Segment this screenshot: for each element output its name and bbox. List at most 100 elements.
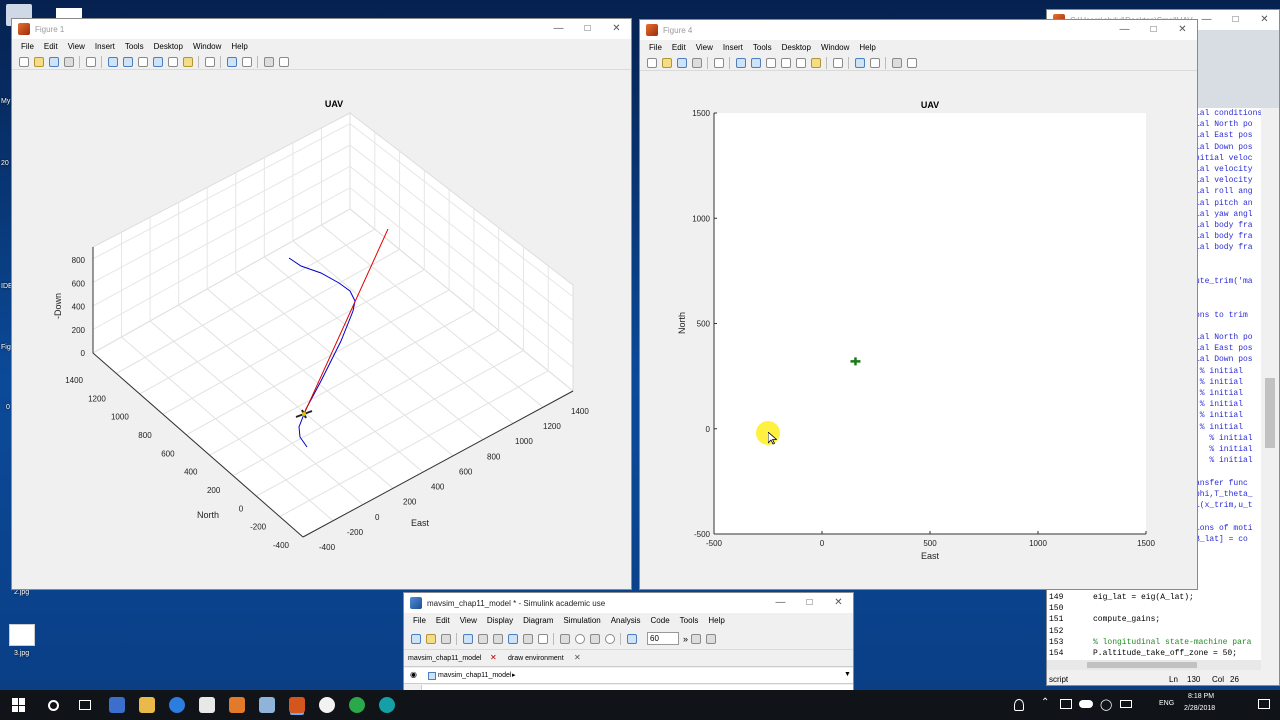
menu-view[interactable]: View bbox=[460, 616, 477, 625]
step-back-icon[interactable] bbox=[559, 633, 570, 644]
desktop-icon-label-3jpg[interactable]: 3.jpg bbox=[14, 650, 29, 657]
back-arrow-icon[interactable] bbox=[462, 633, 473, 644]
new-figure-icon[interactable] bbox=[18, 56, 29, 67]
figure4-titlebar[interactable]: Figure 4 — □ ✕ bbox=[640, 20, 1197, 40]
outlook-icon[interactable] bbox=[109, 697, 125, 713]
windows-start-icon[interactable] bbox=[12, 698, 26, 712]
save-model-icon[interactable] bbox=[440, 633, 451, 644]
open-file-icon[interactable] bbox=[661, 57, 672, 68]
task-view-icon[interactable] bbox=[79, 700, 91, 710]
menu-diagram[interactable]: Diagram bbox=[523, 616, 553, 625]
pan-icon[interactable] bbox=[137, 56, 148, 67]
show-plot-tools-icon[interactable] bbox=[278, 56, 289, 67]
menu-insert[interactable]: Insert bbox=[723, 43, 743, 52]
zoom-in-icon[interactable] bbox=[107, 56, 118, 67]
library-browser-icon[interactable] bbox=[507, 633, 518, 644]
breadcrumb-dropdown-icon[interactable]: ▼ bbox=[844, 671, 851, 678]
clock-time[interactable]: 8:18 PM bbox=[1188, 693, 1214, 700]
clock-date[interactable]: 2/28/2018 bbox=[1184, 705, 1215, 712]
menu-desktop[interactable]: Desktop bbox=[154, 42, 183, 51]
save-icon[interactable] bbox=[48, 56, 59, 67]
close-icon[interactable]: ✕ bbox=[602, 19, 631, 39]
minimize-icon[interactable]: — bbox=[766, 593, 795, 613]
zoom-in-icon[interactable] bbox=[735, 57, 746, 68]
close-icon[interactable]: ✕ bbox=[1250, 10, 1279, 30]
minimize-icon[interactable]: — bbox=[544, 19, 573, 39]
menu-analysis[interactable]: Analysis bbox=[611, 616, 641, 625]
people-icon[interactable] bbox=[1014, 699, 1024, 711]
stop-time-input[interactable]: 60 bbox=[647, 632, 679, 645]
menu-tools[interactable]: Tools bbox=[125, 42, 144, 51]
model-explorer-icon[interactable] bbox=[537, 633, 548, 644]
editor-vscrollbar[interactable] bbox=[1261, 108, 1279, 668]
zoom-out-icon[interactable] bbox=[750, 57, 761, 68]
pause-icon[interactable] bbox=[574, 633, 585, 644]
menu-window[interactable]: Window bbox=[821, 43, 849, 52]
menu-edit[interactable]: Edit bbox=[44, 42, 58, 51]
figure4-axes-2d[interactable]: -500 0 500 1000 1500 -500 0 500 1000 1500 UAV East N… bbox=[640, 72, 1197, 589]
more-arrow-icon[interactable]: » bbox=[683, 634, 688, 644]
desktop-icon-3jpg[interactable] bbox=[9, 624, 35, 646]
scroll-thumb[interactable] bbox=[1265, 378, 1275, 448]
link-plot-icon[interactable] bbox=[832, 57, 843, 68]
notifications-icon[interactable] bbox=[1258, 699, 1270, 709]
menu-window[interactable]: Window bbox=[193, 42, 221, 51]
menu-code[interactable]: Code bbox=[651, 616, 670, 625]
menu-view[interactable]: View bbox=[696, 43, 713, 52]
figure1-axes-3d[interactable]: -400 -200 0 200 400 600 800 1000 1200 1400 -400 -20… bbox=[12, 71, 631, 589]
model-settings-icon[interactable] bbox=[522, 633, 533, 644]
link-plot-icon[interactable] bbox=[204, 56, 215, 67]
open-model-icon[interactable] bbox=[425, 633, 436, 644]
hide-plot-tools-icon[interactable] bbox=[263, 56, 274, 67]
file-explorer-icon[interactable] bbox=[139, 697, 155, 713]
show-plot-tools-icon[interactable] bbox=[906, 57, 917, 68]
forward-arrow-icon[interactable] bbox=[477, 633, 488, 644]
menu-display[interactable]: Display bbox=[487, 616, 513, 625]
menu-edit[interactable]: Edit bbox=[436, 616, 450, 625]
cloud-icon[interactable] bbox=[1079, 700, 1093, 708]
hide-browser-icon[interactable]: ◉ bbox=[410, 670, 417, 679]
maximize-icon[interactable]: □ bbox=[573, 19, 602, 39]
edge-browser-icon[interactable] bbox=[169, 697, 185, 713]
up-arrow-icon[interactable] bbox=[492, 633, 503, 644]
grid-icon[interactable] bbox=[705, 633, 716, 644]
breadcrumb[interactable]: mavsim_chap11_model bbox=[438, 672, 511, 679]
tab-close-icon[interactable]: ✕ bbox=[490, 653, 497, 662]
close-icon[interactable]: ✕ bbox=[824, 593, 853, 613]
maximize-icon[interactable]: □ bbox=[795, 593, 824, 613]
menu-desktop[interactable]: Desktop bbox=[782, 43, 811, 52]
language-indicator[interactable]: ENG bbox=[1159, 700, 1174, 707]
menu-view[interactable]: View bbox=[68, 42, 85, 51]
pan-icon[interactable] bbox=[765, 57, 776, 68]
menu-simulation[interactable]: Simulation bbox=[563, 616, 600, 625]
arduino-icon[interactable] bbox=[379, 697, 395, 713]
brush-icon[interactable] bbox=[182, 56, 193, 67]
search-icon[interactable] bbox=[48, 699, 59, 711]
paint-icon[interactable] bbox=[229, 697, 245, 713]
simulink-titlebar[interactable]: mavsim_chap11_model * - Simulink academi… bbox=[404, 593, 853, 613]
matlab-taskbar-icon[interactable] bbox=[289, 697, 305, 713]
speaker-icon[interactable]: ◯ bbox=[1100, 698, 1112, 711]
colorbar-icon[interactable] bbox=[854, 57, 865, 68]
print-icon[interactable] bbox=[691, 57, 702, 68]
menu-help[interactable]: Help bbox=[231, 42, 247, 51]
menu-edit[interactable]: Edit bbox=[672, 43, 686, 52]
menu-help[interactable]: Help bbox=[708, 616, 724, 625]
menu-file[interactable]: File bbox=[21, 42, 34, 51]
save-icon[interactable] bbox=[676, 57, 687, 68]
pointer-icon[interactable] bbox=[85, 56, 96, 67]
mail-icon[interactable] bbox=[199, 697, 215, 713]
tab-mavsim-chap11-model[interactable]: mavsim_chap11_model bbox=[408, 655, 481, 662]
menu-file[interactable]: File bbox=[413, 616, 426, 625]
step-forward-icon[interactable] bbox=[589, 633, 600, 644]
build-icon[interactable] bbox=[690, 633, 701, 644]
battery-icon[interactable] bbox=[1120, 700, 1132, 708]
minimize-icon[interactable]: — bbox=[1110, 20, 1139, 40]
tab-close-icon[interactable]: ✕ bbox=[574, 653, 581, 662]
menu-tools[interactable]: Tools bbox=[753, 43, 772, 52]
pointer-icon[interactable] bbox=[713, 57, 724, 68]
rotate-3d-icon[interactable] bbox=[152, 56, 163, 67]
rotate-3d-icon[interactable] bbox=[780, 57, 791, 68]
recycle-bin-icon[interactable] bbox=[259, 697, 275, 713]
new-model-icon[interactable] bbox=[410, 633, 421, 644]
